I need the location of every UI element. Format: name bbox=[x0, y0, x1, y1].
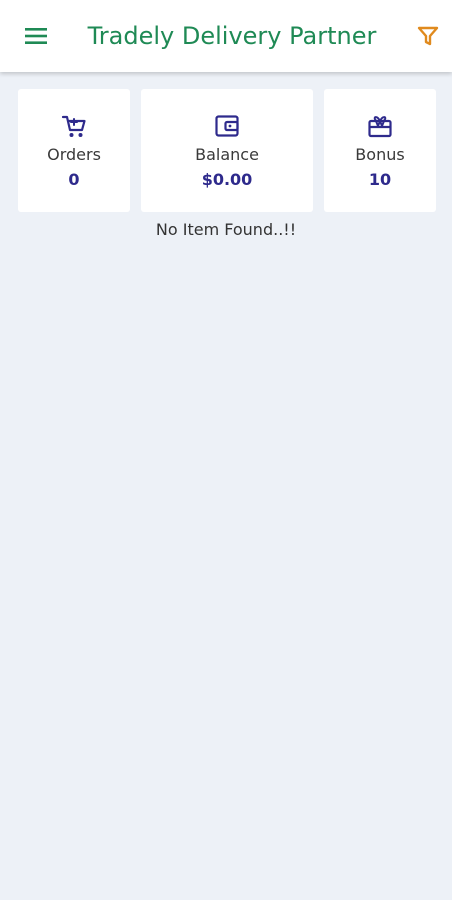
app-bar: Tradely Delivery Partner bbox=[0, 0, 452, 72]
orders-card[interactable]: Orders 0 bbox=[18, 89, 130, 212]
filter-button[interactable] bbox=[410, 20, 446, 52]
bonus-label: Bonus bbox=[355, 145, 405, 164]
empty-state-message: No Item Found..!! bbox=[155, 220, 297, 239]
cart-icon bbox=[18, 111, 130, 141]
filter-icon bbox=[417, 26, 439, 46]
balance-value: $0.00 bbox=[201, 170, 253, 189]
orders-value: 0 bbox=[68, 170, 80, 189]
menu-button[interactable] bbox=[16, 20, 56, 52]
bonus-card[interactable]: Bonus 10 bbox=[324, 89, 436, 212]
wallet-icon bbox=[141, 111, 313, 141]
bonus-value: 10 bbox=[368, 170, 392, 189]
balance-label: Balance bbox=[195, 145, 259, 164]
orders-label: Orders bbox=[47, 145, 101, 164]
page-title: Tradely Delivery Partner bbox=[87, 22, 377, 50]
menu-icon bbox=[25, 28, 47, 44]
balance-card[interactable]: Balance $0.00 bbox=[141, 89, 313, 212]
gift-icon bbox=[324, 111, 436, 141]
stats-row: Orders 0 Balance $0.00 Bonus 10 bbox=[18, 89, 436, 212]
